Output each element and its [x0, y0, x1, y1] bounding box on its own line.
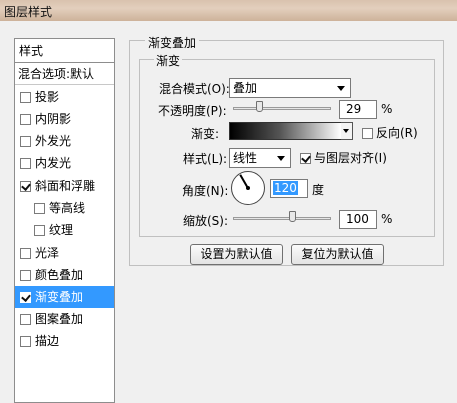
angle-unit: 度	[312, 183, 325, 197]
opacity-label: 不透明度(P):	[158, 104, 227, 118]
gradient-group-title: 渐变	[154, 52, 183, 69]
style-item-label: 光泽	[35, 246, 60, 260]
align-option[interactable]: 与图层对齐(I)	[300, 149, 387, 166]
bevel-emboss-checkbox[interactable]	[20, 181, 31, 192]
angle-dial-center	[246, 186, 250, 190]
scale-slider-thumb[interactable]	[289, 211, 296, 222]
stroke-checkbox[interactable]	[20, 336, 31, 347]
gradient-preview[interactable]	[229, 122, 342, 140]
opacity-slider-track[interactable]	[233, 107, 331, 110]
set-default-button[interactable]: 设置为默认值	[190, 244, 283, 265]
style-item-label: 等高线	[49, 201, 86, 215]
style-item-label: 斜面和浮雕	[35, 179, 96, 193]
style-item-bevel-emboss[interactable]: 斜面和浮雕	[15, 175, 114, 197]
angle-input[interactable]: 120	[270, 179, 308, 198]
reverse-label: 反向(R)	[376, 126, 418, 140]
style-item-inner-glow[interactable]: 内发光	[15, 152, 114, 174]
style-item-label: 颜色叠加	[35, 268, 84, 282]
style-item-contour[interactable]: 等高线	[29, 197, 114, 219]
style-item-label: 外发光	[35, 134, 72, 148]
reverse-checkbox[interactable]	[362, 128, 373, 139]
reverse-option[interactable]: 反向(R)	[362, 124, 418, 141]
opacity-slider-thumb[interactable]	[256, 101, 263, 112]
style-item-label: 纹理	[49, 223, 74, 237]
style-item-satin[interactable]: 光泽	[15, 242, 114, 264]
style-item-gradient-overlay[interactable]: 渐变叠加	[15, 286, 114, 308]
style-value: 线性	[233, 151, 258, 165]
style-item-label: 内发光	[35, 156, 72, 170]
style-item-label: 投影	[35, 90, 60, 104]
style-item-inner-shadow[interactable]: 内阴影	[15, 108, 114, 130]
gradient-overlay-title: 渐变叠加	[145, 34, 200, 51]
blend-mode-label: 混合模式(O):	[159, 82, 230, 96]
angle-label: 角度(N):	[182, 184, 229, 198]
align-checkbox[interactable]	[300, 153, 311, 164]
style-item-color-overlay[interactable]: 颜色叠加	[15, 264, 114, 286]
drop-shadow-checkbox[interactable]	[20, 92, 31, 103]
style-select[interactable]: 线性	[229, 148, 291, 168]
style-list: 样式 混合选项:默认 投影 内阴影 外发光 内发光 斜面和浮雕 等高线 纹理 光…	[14, 38, 115, 403]
style-item-label: 图案叠加	[35, 312, 84, 326]
chevron-down-icon	[277, 156, 285, 161]
window-title: 图层样式	[4, 5, 53, 19]
opacity-input[interactable]: 29	[339, 100, 377, 119]
outer-glow-checkbox[interactable]	[20, 136, 31, 147]
satin-checkbox[interactable]	[20, 248, 31, 259]
color-overlay-checkbox[interactable]	[20, 270, 31, 281]
angle-dial[interactable]	[231, 171, 265, 205]
gradient-label: 渐变:	[191, 127, 220, 141]
style-item-label: 描边	[35, 334, 60, 348]
style-label: 样式(L):	[183, 152, 228, 166]
style-list-header[interactable]: 样式	[15, 39, 114, 63]
style-item-texture[interactable]: 纹理	[29, 219, 114, 241]
gradient-overlay-checkbox[interactable]	[20, 292, 31, 303]
contour-checkbox[interactable]	[34, 203, 45, 214]
scale-label: 缩放(S):	[183, 214, 229, 228]
scale-input[interactable]: 100	[339, 210, 377, 229]
style-item-stroke[interactable]: 描边	[15, 330, 114, 352]
blend-options-item[interactable]: 混合选项:默认	[15, 63, 114, 85]
reset-default-button[interactable]: 复位为默认值	[291, 244, 384, 265]
inner-shadow-checkbox[interactable]	[20, 114, 31, 125]
opacity-unit: %	[381, 102, 393, 116]
blend-mode-select[interactable]: 叠加	[229, 78, 351, 98]
chevron-down-icon	[337, 86, 345, 91]
inner-glow-checkbox[interactable]	[20, 158, 31, 169]
style-item-outer-glow[interactable]: 外发光	[15, 130, 114, 152]
style-item-label: 内阴影	[35, 112, 72, 126]
style-item-drop-shadow[interactable]: 投影	[15, 86, 114, 108]
blend-mode-value: 叠加	[233, 81, 258, 95]
align-label: 与图层对齐(I)	[314, 151, 387, 165]
title-bar: 图层样式	[0, 0, 457, 21]
style-item-pattern-overlay[interactable]: 图案叠加	[15, 308, 114, 330]
style-item-label: 渐变叠加	[35, 290, 84, 304]
scale-unit: %	[381, 212, 393, 226]
texture-checkbox[interactable]	[34, 225, 45, 236]
pattern-overlay-checkbox[interactable]	[20, 314, 31, 325]
gradient-dropdown-button[interactable]	[341, 122, 353, 140]
scale-slider-track[interactable]	[233, 217, 331, 220]
angle-value: 120	[273, 181, 298, 195]
